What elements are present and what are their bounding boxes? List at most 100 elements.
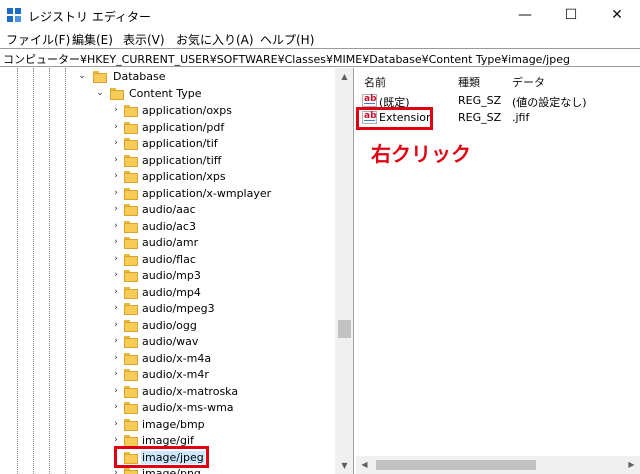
- values-horizontal-scrollbar[interactable]: ◀ ▶: [356, 456, 640, 474]
- tree-node-label[interactable]: application/x-wmplayer: [141, 187, 272, 200]
- tree-node[interactable]: › audio/ogg: [0, 318, 335, 334]
- chevron-down-icon[interactable]: ⌄: [95, 88, 105, 98]
- tree-node[interactable]: › audio/x-ms-wma: [0, 400, 335, 416]
- chevron-right-icon[interactable]: ›: [111, 419, 121, 429]
- tree-node[interactable]: › audio/x-m4r: [0, 367, 335, 383]
- address-path[interactable]: コンピューター¥HKEY_CURRENT_USER¥SOFTWARE¥Class…: [3, 51, 570, 67]
- chevron-right-icon[interactable]: ›: [111, 369, 121, 379]
- chevron-right-icon[interactable]: ›: [111, 155, 121, 165]
- tree-node[interactable]: › audio/ac3: [0, 219, 335, 235]
- tree-node[interactable]: › audio/x-m4a: [0, 351, 335, 367]
- scrollbar-thumb[interactable]: [338, 320, 351, 338]
- scroll-down-icon[interactable]: ▼: [335, 457, 353, 474]
- tree-node-label[interactable]: audio/flac: [141, 253, 197, 266]
- chevron-right-icon[interactable]: ›: [111, 188, 121, 198]
- chevron-right-icon[interactable]: ›: [111, 287, 121, 297]
- tree-node[interactable]: › application/oxps: [0, 103, 335, 119]
- tree-node[interactable]: › application/tiff: [0, 153, 335, 169]
- chevron-right-icon[interactable]: ›: [111, 353, 121, 363]
- tree-node-label[interactable]: Database: [112, 70, 167, 83]
- chevron-right-icon[interactable]: ›: [111, 270, 121, 280]
- right-click-annotation: 右クリック: [371, 142, 471, 166]
- chevron-right-icon[interactable]: ›: [111, 122, 121, 132]
- scroll-right-icon[interactable]: ▶: [623, 456, 640, 474]
- column-header-data[interactable]: データ: [512, 74, 545, 90]
- folder-icon: [124, 187, 138, 200]
- minimize-button[interactable]: —: [502, 0, 548, 30]
- tree-node-label[interactable]: application/tif: [141, 137, 219, 150]
- tree-node[interactable]: › application/x-wmplayer: [0, 186, 335, 202]
- menu-favorites[interactable]: お気に入り(A): [176, 31, 254, 48]
- key-tree-pane[interactable]: ⌄ Database ⌄ Content Type › application/o…: [0, 68, 354, 474]
- tree-node-label[interactable]: audio/ogg: [141, 319, 198, 332]
- tree-node-label[interactable]: audio/amr: [141, 236, 199, 249]
- scroll-up-icon[interactable]: ▲: [335, 68, 353, 85]
- title-bar: レジストリ エディター — ☐ ✕: [0, 0, 640, 30]
- chevron-right-icon[interactable]: ›: [111, 237, 121, 247]
- tree-node[interactable]: › application/tif: [0, 136, 335, 152]
- scrollbar-thumb[interactable]: [376, 460, 536, 470]
- column-header-type[interactable]: 種類: [458, 74, 480, 90]
- maximize-button[interactable]: ☐: [548, 0, 594, 30]
- tree-node-label[interactable]: Content Type: [128, 87, 203, 100]
- tree-node-content-type[interactable]: ⌄ Content Type: [0, 86, 335, 102]
- menu-edit[interactable]: 編集(E): [72, 31, 113, 48]
- tree-node-label[interactable]: audio/mp4: [141, 286, 202, 299]
- scroll-left-icon[interactable]: ◀: [356, 456, 373, 474]
- tree-node-label[interactable]: audio/x-m4a: [141, 352, 212, 365]
- menu-view[interactable]: 表示(V): [123, 31, 165, 48]
- address-bar[interactable]: コンピューター¥HKEY_CURRENT_USER¥SOFTWARE¥Class…: [0, 48, 640, 67]
- tree-node-label[interactable]: application/oxps: [141, 104, 233, 117]
- tree-node-label[interactable]: audio/aac: [141, 203, 197, 216]
- tree-node[interactable]: › audio/flac: [0, 252, 335, 268]
- tree-node-label[interactable]: application/xps: [141, 170, 227, 183]
- tree-node[interactable]: › application/pdf: [0, 120, 335, 136]
- chevron-right-icon[interactable]: ›: [111, 105, 121, 115]
- tree-node[interactable]: › audio/mp3: [0, 268, 335, 284]
- folder-icon: [124, 286, 138, 299]
- tree-vertical-scrollbar[interactable]: ▲ ▼: [335, 68, 353, 474]
- chevron-right-icon[interactable]: ›: [111, 254, 121, 264]
- tree-node[interactable]: › image/bmp: [0, 417, 335, 433]
- chevron-right-icon[interactable]: ›: [111, 435, 121, 445]
- tree-node[interactable]: › audio/mpeg3: [0, 301, 335, 317]
- tree-node[interactable]: › application/xps: [0, 169, 335, 185]
- tree-node-label[interactable]: audio/ac3: [141, 220, 197, 233]
- chevron-right-icon[interactable]: ›: [111, 468, 121, 474]
- chevron-right-icon[interactable]: ›: [111, 138, 121, 148]
- tree-node-label[interactable]: audio/mpeg3: [141, 302, 216, 315]
- tree-node-label[interactable]: application/tiff: [141, 154, 222, 167]
- chevron-down-icon[interactable]: ⌄: [77, 71, 87, 81]
- chevron-right-icon[interactable]: ›: [111, 320, 121, 330]
- tree-node[interactable]: › audio/wav: [0, 334, 335, 350]
- close-button[interactable]: ✕: [594, 0, 640, 30]
- folder-icon: [124, 253, 138, 266]
- tree-node-label[interactable]: image/bmp: [141, 418, 206, 431]
- tree-node-database[interactable]: ⌄ Database: [0, 69, 335, 85]
- tree-node[interactable]: › audio/aac: [0, 202, 335, 218]
- tree-node[interactable]: › audio/amr: [0, 235, 335, 251]
- tree-node-label[interactable]: audio/x-ms-wma: [141, 401, 235, 414]
- window-title: レジストリ エディター: [28, 10, 151, 24]
- tree-node-label[interactable]: application/pdf: [141, 121, 225, 134]
- tree-node-label[interactable]: image/png: [141, 467, 202, 474]
- tree-node-label[interactable]: audio/mp3: [141, 269, 202, 282]
- tree-node-label[interactable]: audio/x-m4r: [141, 368, 210, 381]
- chevron-right-icon[interactable]: ›: [111, 204, 121, 214]
- chevron-right-icon[interactable]: ›: [111, 336, 121, 346]
- chevron-right-icon[interactable]: ›: [111, 221, 121, 231]
- menu-help[interactable]: ヘルプ(H): [260, 31, 314, 48]
- tree-node[interactable]: › audio/mp4: [0, 285, 335, 301]
- menu-file[interactable]: ファイル(F): [6, 31, 70, 48]
- tree-node[interactable]: › audio/x-matroska: [0, 384, 335, 400]
- value-type: REG_SZ: [458, 111, 502, 124]
- tree-node-label[interactable]: audio/wav: [141, 335, 199, 348]
- chevron-right-icon[interactable]: ›: [111, 386, 121, 396]
- chevron-right-icon[interactable]: ›: [111, 171, 121, 181]
- column-header-name[interactable]: 名前: [364, 74, 386, 90]
- chevron-right-icon[interactable]: ›: [111, 402, 121, 412]
- tree-node-label[interactable]: audio/x-matroska: [141, 385, 239, 398]
- folder-icon: [93, 71, 107, 83]
- folder-icon: [124, 220, 138, 233]
- chevron-right-icon[interactable]: ›: [111, 303, 121, 313]
